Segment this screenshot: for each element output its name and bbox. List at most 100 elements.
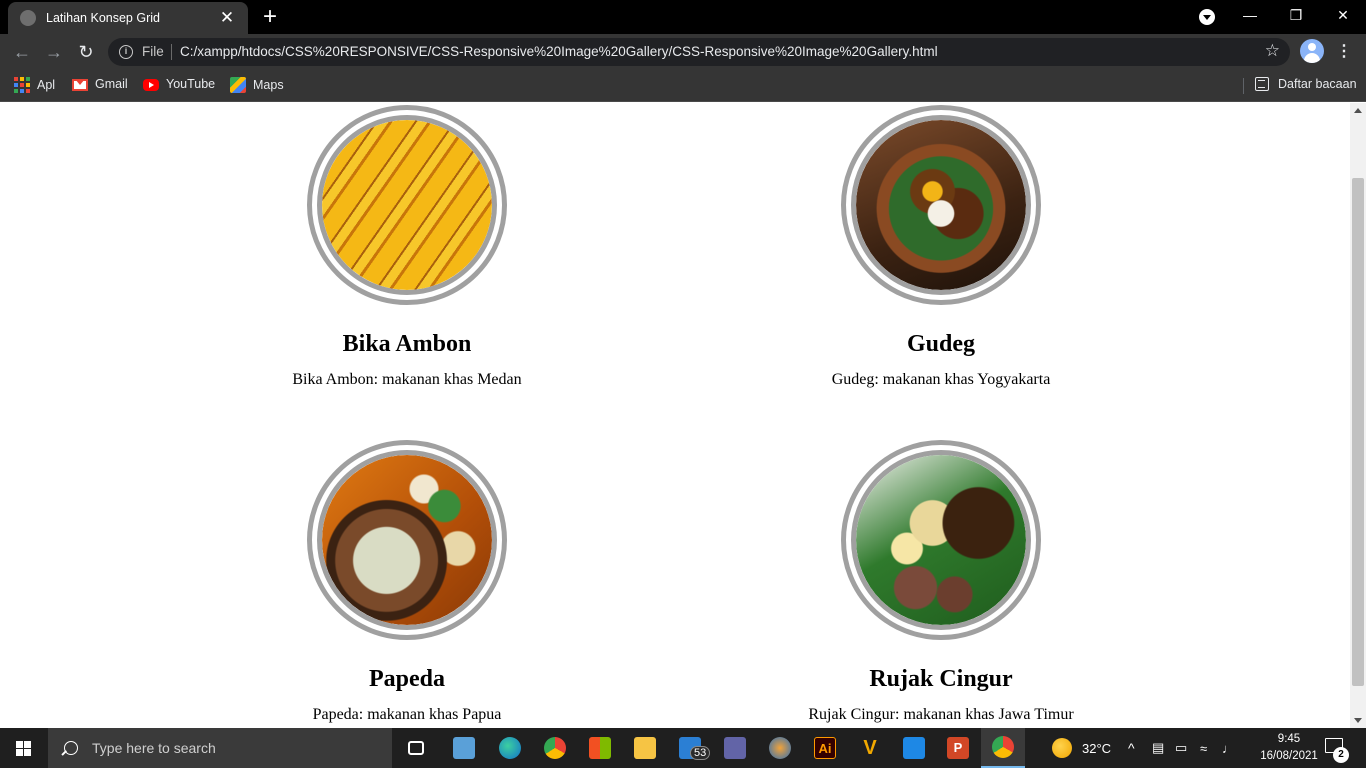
new-tab-button[interactable]: + — [258, 4, 282, 30]
taskbar-app-chrome[interactable] — [533, 728, 577, 768]
task-view-button[interactable] — [394, 728, 438, 768]
taskbar-app-vscode[interactable] — [892, 728, 936, 768]
clock-time: 9:45 — [1277, 733, 1301, 745]
taskbar-app-mail[interactable]: 53 — [668, 728, 712, 768]
tab-search-icon[interactable] — [1199, 9, 1215, 25]
photo-frame — [841, 105, 1041, 305]
volume-icon[interactable]: ♩ — [1222, 728, 1235, 768]
battery-icon[interactable]: ▭ — [1175, 728, 1187, 768]
food-photo — [322, 120, 492, 290]
taskbar-app-powerpoint[interactable]: P — [936, 728, 980, 768]
minimize-button[interactable]: — — [1227, 0, 1273, 32]
item-title: Bika Ambon — [342, 331, 472, 357]
bookmark-star-icon[interactable]: ☆ — [1265, 41, 1280, 61]
gallery-item: Bika Ambon Bika Ambon: makanan khas Meda… — [207, 105, 607, 389]
browser-toolbar: ← → ↻ i File C:/xampp/htdocs/CSS%20RESPO… — [0, 34, 1366, 70]
food-photo — [856, 120, 1026, 290]
bookmark-apps[interactable]: Apl — [14, 77, 55, 93]
show-hidden-icons-button[interactable]: ^ — [1128, 728, 1135, 768]
clock[interactable]: 9:45 16/08/2021 — [1258, 731, 1320, 765]
taskbar-app-teams[interactable] — [713, 728, 757, 768]
maps-icon — [230, 77, 246, 93]
scheme-label: File — [142, 44, 164, 59]
browser-titlebar: Latihan Konsep Grid ✕ + — ❐ ✕ — [0, 0, 1366, 34]
wifi-icon[interactable]: ≈ — [1200, 728, 1207, 768]
weather-widget[interactable]: 32°C — [1052, 728, 1111, 768]
taskbar-app-browser-alt[interactable] — [758, 728, 802, 768]
gmail-icon — [72, 79, 88, 91]
address-bar[interactable]: i File C:/xampp/htdocs/CSS%20RESPONSIVE/… — [108, 38, 1290, 66]
start-button[interactable] — [0, 728, 48, 768]
weather-temp: 32°C — [1082, 740, 1112, 756]
bookmark-gmail[interactable]: Gmail — [72, 77, 128, 91]
v-app-icon: V — [863, 737, 877, 759]
clock-date: 16/08/2021 — [1260, 750, 1318, 762]
control-panel-icon — [453, 737, 475, 759]
apps-grid-icon — [14, 77, 30, 93]
vscode-icon — [903, 737, 925, 759]
chrome-icon — [544, 737, 566, 759]
taskbar-app-chrome-active[interactable] — [981, 728, 1025, 768]
photo-frame — [307, 440, 507, 640]
search-icon — [64, 741, 78, 755]
notification-count: 2 — [1333, 747, 1349, 763]
item-caption: Bika Ambon: makanan khas Medan — [292, 371, 522, 388]
divider — [171, 44, 172, 60]
item-caption: Rujak Cingur: makanan khas Jawa Timur — [808, 706, 1074, 723]
profile-avatar[interactable] — [1300, 39, 1324, 63]
scrollbar-thumb[interactable] — [1352, 178, 1364, 686]
taskbar-search[interactable]: Type here to search — [48, 728, 392, 768]
item-caption: Papeda: makanan khas Papua — [312, 706, 502, 723]
taskbar-app-control-panel[interactable] — [442, 728, 486, 768]
page-viewport: Bika Ambon Bika Ambon: makanan khas Meda… — [0, 103, 1350, 728]
illustrator-icon: Ai — [814, 737, 836, 759]
taskbar-app-edge[interactable] — [488, 728, 532, 768]
reading-list-icon — [1255, 77, 1269, 91]
close-tab-button[interactable]: ✕ — [218, 8, 236, 28]
scroll-up-icon[interactable] — [1354, 108, 1362, 113]
gallery-item: Gudeg Gudeg: makanan khas Yogyakarta — [741, 105, 1141, 389]
bookmark-label: Maps — [253, 78, 284, 92]
url-text[interactable]: C:/xampp/htdocs/CSS%20RESPONSIVE/CSS-Res… — [180, 44, 938, 59]
vertical-scrollbar[interactable] — [1350, 103, 1366, 728]
back-button[interactable]: ← — [8, 38, 36, 66]
item-title: Gudeg — [906, 331, 975, 357]
globe-icon — [769, 737, 791, 759]
bookmark-label: YouTube — [166, 77, 216, 91]
chrome-icon — [992, 736, 1014, 758]
reading-list-button[interactable]: Daftar bacaan — [1255, 77, 1357, 91]
forward-button[interactable]: → — [40, 38, 68, 66]
reload-button[interactable]: ↻ — [72, 38, 100, 66]
search-placeholder: Type here to search — [92, 740, 216, 756]
windows-logo-icon — [16, 741, 23, 748]
more-menu-icon[interactable]: ⋮ — [1336, 41, 1352, 61]
edge-icon — [499, 737, 521, 759]
weather-sun-icon — [1052, 738, 1072, 758]
restore-button[interactable]: ❐ — [1273, 0, 1319, 32]
youtube-icon — [143, 79, 159, 91]
gallery-item: Papeda Papeda: makanan khas Papua — [207, 440, 607, 724]
item-caption: Gudeg: makanan khas Yogyakarta — [831, 371, 1051, 388]
store-icon — [589, 737, 611, 759]
food-photo — [856, 455, 1026, 625]
bookmark-label: Apl — [37, 78, 56, 92]
task-view-icon — [408, 741, 424, 755]
browser-tab[interactable]: Latihan Konsep Grid ✕ — [8, 2, 248, 34]
divider — [1243, 78, 1244, 94]
taskbar-app-store[interactable] — [578, 728, 622, 768]
bookmark-maps[interactable]: Maps — [230, 77, 284, 93]
food-photo — [322, 455, 492, 625]
security-icon[interactable]: ▤ — [1152, 728, 1164, 768]
taskbar-app-file-explorer[interactable] — [623, 728, 667, 768]
close-window-button[interactable]: ✕ — [1320, 0, 1366, 32]
bookmarks-bar: Apl Gmail YouTube Maps Daftar bacaan — [0, 70, 1366, 102]
mail-badge: 53 — [690, 746, 711, 760]
taskbar-app-v[interactable]: V — [848, 728, 892, 768]
globe-icon — [20, 10, 36, 26]
taskbar-app-illustrator[interactable]: Ai — [803, 728, 847, 768]
reading-list-label: Daftar bacaan — [1278, 77, 1357, 91]
info-icon[interactable]: i — [119, 45, 133, 59]
bookmark-youtube[interactable]: YouTube — [143, 77, 215, 91]
scroll-down-icon[interactable] — [1354, 718, 1362, 723]
gallery-item: Rujak Cingur Rujak Cingur: makanan khas … — [741, 440, 1141, 724]
